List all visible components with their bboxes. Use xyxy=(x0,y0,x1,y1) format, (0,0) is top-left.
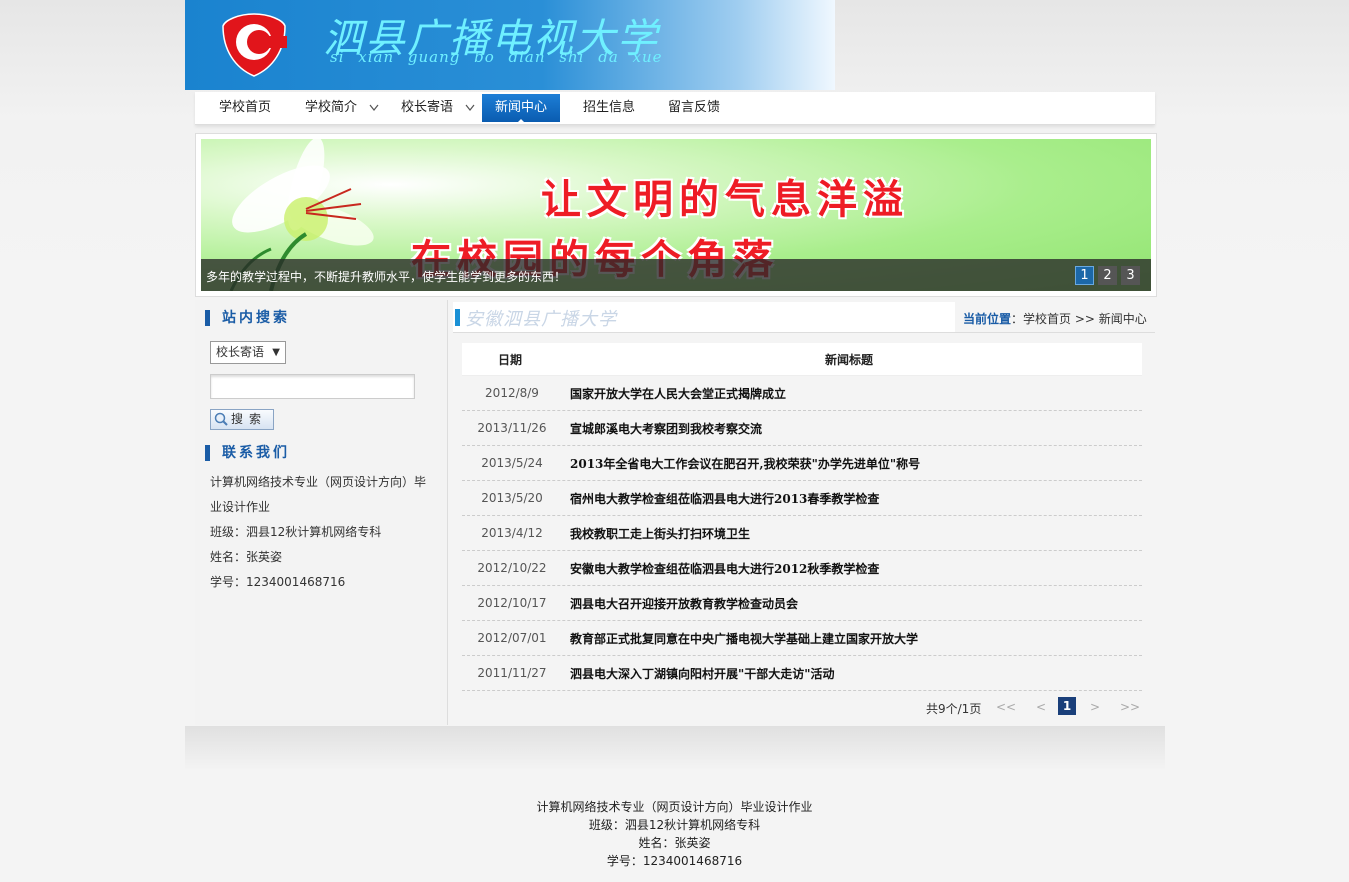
footer-band xyxy=(185,726,1165,771)
school-logo-icon xyxy=(222,13,287,77)
banner-caption: 多年的教学过程中，不断提升教师水平，使学生能学到更多的东西！ xyxy=(206,270,567,284)
pager-first-button[interactable]: << xyxy=(996,700,1016,714)
chevron-down-icon xyxy=(465,104,475,111)
news-title-link[interactable]: 我校教职工走上街头打扫环境卫生 xyxy=(570,525,750,542)
nav-item-admissions[interactable]: 招生信息 xyxy=(583,94,635,122)
footer-line: 学号：1234001468716 xyxy=(606,854,743,868)
column-header-date: 日期 xyxy=(498,353,523,367)
table-row: 2011/11/27 泗县电大深入丁湖镇向阳村开展"干部大走访"活动 xyxy=(462,656,1142,691)
main-section-header: 安徽泗县广播大学 xyxy=(453,302,955,333)
news-date: 2012/10/22 xyxy=(477,561,547,575)
news-date: 2011/11/27 xyxy=(477,666,547,680)
divider xyxy=(955,332,1155,333)
news-date: 2012/8/9 xyxy=(485,386,539,400)
news-title-link[interactable]: 泗县电大深入丁湖镇向阳村开展"干部大走访"活动 xyxy=(570,665,835,682)
news-date: 2013/11/26 xyxy=(477,421,547,435)
banner-page-2[interactable]: 2 xyxy=(1098,266,1117,285)
column-header-title: 新闻标题 xyxy=(825,353,874,367)
news-title-link[interactable]: 宣城郎溪电大考察团到我校考察交流 xyxy=(570,420,762,437)
breadcrumb: 当前位置：学校首页 >> 新闻中心 xyxy=(963,310,1147,327)
banner-page-1[interactable]: 1 xyxy=(1075,266,1094,285)
table-row: 2012/10/17 泗县电大召开迎接开放教育教学检查动员会 xyxy=(462,586,1142,621)
nav-item-news[interactable]: 新闻中心 xyxy=(482,94,560,123)
nav-item-label: 学校首页 xyxy=(219,100,272,115)
table-row: 2013/4/12 我校教职工走上街头打扫环境卫生 xyxy=(462,516,1142,551)
banner-caption-bar: 多年的教学过程中，不断提升教师水平，使学生能学到更多的东西！ 1 2 3 xyxy=(201,259,1151,291)
banner-slogan-line1: 让文明的气息洋溢 xyxy=(541,176,909,223)
news-date: 2013/5/20 xyxy=(481,491,543,505)
table-row: 2013/5/20 宿州电大教学检查组莅临泗县电大进行2013春季教学检查 xyxy=(462,481,1142,516)
contact-heading: 联系我们 xyxy=(205,445,290,461)
news-title-link[interactable]: 国家开放大学在人民大会堂正式揭牌成立 xyxy=(570,385,786,402)
contact-line: 学号：1234001468716 xyxy=(210,575,346,589)
chevron-down-icon xyxy=(369,104,379,111)
contact-line: 计算机网络技术专业（网页设计方向）毕 xyxy=(210,475,427,489)
nav-item-label: 招生信息 xyxy=(583,100,636,115)
nav-item-home[interactable]: 学校首页 xyxy=(219,94,271,122)
pager-current-page[interactable]: 1 xyxy=(1058,697,1076,715)
search-icon xyxy=(214,412,228,426)
breadcrumb-path: ：学校首页 >> 新闻中心 xyxy=(1011,312,1147,326)
table-row: 2013/11/26 宣城郎溪电大考察团到我校考察交流 xyxy=(462,411,1142,446)
nav-item-label: 学校简介 xyxy=(305,100,358,115)
banner-image[interactable]: 让文明的气息洋溢 在校园的每个角落 多年的教学过程中，不断提升教师水平，使学生能… xyxy=(201,139,1151,291)
nav-item-feedback[interactable]: 留言反馈 xyxy=(668,94,720,122)
search-category-select[interactable]: 校长寄语 ▼ xyxy=(210,341,286,364)
site-subtitle: si xian guang bo dian shi da xue xyxy=(330,48,663,66)
pager-prev-button[interactable]: < xyxy=(1036,700,1046,714)
search-button[interactable]: 搜索 xyxy=(210,409,274,430)
dropdown-caret-icon: ▼ xyxy=(272,347,280,358)
news-date: 2012/07/01 xyxy=(477,631,547,645)
section-title: 安徽泗县广播大学 xyxy=(465,309,617,330)
banner-slider: 让文明的气息洋溢 在校园的每个角落 多年的教学过程中，不断提升教师水平，使学生能… xyxy=(195,133,1157,297)
search-heading: 站内搜索 xyxy=(205,310,290,326)
table-row: 2012/8/9 国家开放大学在人民大会堂正式揭牌成立 xyxy=(462,376,1142,411)
nav-item-principal[interactable]: 校长寄语 xyxy=(401,94,475,122)
section-marker xyxy=(455,309,460,326)
news-date: 2012/10/17 xyxy=(477,596,547,610)
table-row: 2012/07/01 教育部正式批复同意在中央广播电视大学基础上建立国家开放大学 xyxy=(462,621,1142,656)
breadcrumb-label: 当前位置 xyxy=(963,312,1012,326)
nav-item-label: 留言反馈 xyxy=(668,100,721,115)
table-row: 2013/5/24 2013年全省电大工作会议在肥召开,我校荣获"办学先进单位"… xyxy=(462,446,1142,481)
footer-line: 姓名：张英姿 xyxy=(638,836,711,850)
pager-last-button[interactable]: >> xyxy=(1120,700,1140,714)
news-title-link[interactable]: 2013年全省电大工作会议在肥召开,我校荣获"办学先进单位"称号 xyxy=(570,455,920,472)
search-button-label: 搜索 xyxy=(230,412,267,426)
nav-item-label: 新闻中心 xyxy=(494,100,547,115)
sidebar: 站内搜索 校长寄语 ▼ 搜索 联系我们 计算机网络技术专业（网页设计方向）毕 业… xyxy=(195,300,448,725)
table-row: 2012/10/22 安徽电大教学检查组莅临泗县电大进行2012秋季教学检查 xyxy=(462,551,1142,586)
news-title-link[interactable]: 泗县电大召开迎接开放教育教学检查动员会 xyxy=(570,595,798,612)
contact-line: 业设计作业 xyxy=(210,500,271,514)
nav-item-label: 校长寄语 xyxy=(401,100,454,115)
pager-next-button[interactable]: > xyxy=(1090,700,1100,714)
footer-line: 班级：泗县12秋计算机网络专科 xyxy=(588,818,761,832)
news-title-link[interactable]: 安徽电大教学检查组莅临泗县电大进行2012秋季教学检查 xyxy=(570,560,879,577)
main-nav: 学校首页 学校简介 校长寄语 新闻中心 招生信息 留言反馈 xyxy=(195,92,1155,125)
nav-item-about[interactable]: 学校简介 xyxy=(305,94,379,122)
table-header: 日期 新闻标题 xyxy=(462,343,1142,376)
news-date: 2013/5/24 xyxy=(481,456,543,470)
search-input[interactable] xyxy=(210,374,415,399)
contact-line: 姓名：张英姿 xyxy=(210,550,283,564)
news-title-link[interactable]: 教育部正式批复同意在中央广播电视大学基础上建立国家开放大学 xyxy=(570,630,918,647)
banner-page-3[interactable]: 3 xyxy=(1121,266,1140,285)
site-header: 泗县广播电视大学 si xian guang bo dian shi da xu… xyxy=(185,0,835,90)
news-date: 2013/4/12 xyxy=(481,526,543,540)
pager-summary: 共9个/1页 xyxy=(926,702,982,716)
contact-line: 班级：泗县12秋计算机网络专科 xyxy=(210,525,382,539)
search-category-value: 校长寄语 xyxy=(216,345,265,359)
footer-line: 计算机网络技术专业（网页设计方向）毕业设计作业 xyxy=(536,800,813,814)
news-table: 日期 新闻标题 2012/8/9 国家开放大学在人民大会堂正式揭牌成立 2013… xyxy=(462,343,1142,691)
news-title-link[interactable]: 宿州电大教学检查组莅临泗县电大进行2013春季教学检查 xyxy=(570,490,879,507)
